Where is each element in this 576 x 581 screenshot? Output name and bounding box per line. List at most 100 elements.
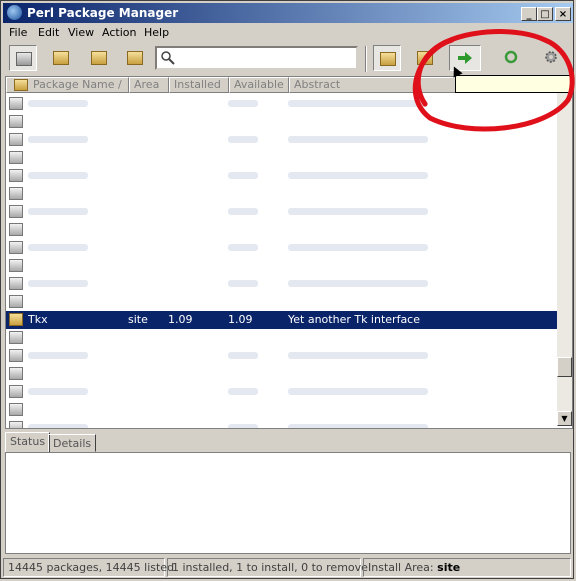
view-upgradeable-button[interactable] [85, 45, 113, 71]
obscured-text [288, 388, 428, 395]
minimize-button[interactable]: _ [521, 7, 537, 21]
mark-remove-button[interactable] [411, 45, 439, 71]
table-row[interactable] [6, 275, 557, 293]
view-modified-button[interactable] [121, 45, 149, 71]
table-row[interactable] [6, 113, 557, 131]
toolbar [3, 42, 573, 76]
package-icon [9, 367, 23, 380]
obscured-text [228, 244, 258, 251]
column-header-available[interactable]: Available [229, 77, 289, 93]
package-icon [9, 223, 23, 236]
column-header-installed[interactable]: Installed [169, 77, 229, 93]
obscured-text [228, 172, 258, 179]
package-list[interactable]: Package Name / Area Installed Available … [5, 76, 573, 429]
modified-packages-icon [127, 51, 143, 65]
mark-remove-icon [417, 51, 433, 65]
table-row[interactable] [6, 329, 557, 347]
obscured-text [28, 388, 88, 395]
obscured-text [288, 280, 428, 287]
obscured-text [28, 136, 88, 143]
mark-install-button[interactable] [373, 45, 401, 71]
obscured-text [288, 136, 428, 143]
obscured-text [228, 352, 258, 359]
package-icon [9, 187, 23, 200]
obscured-text [228, 388, 258, 395]
menu-help[interactable]: Help [144, 26, 169, 39]
sync-button[interactable] [497, 45, 525, 71]
table-row[interactable] [6, 239, 557, 257]
table-row[interactable] [6, 365, 557, 383]
package-icon [9, 97, 23, 110]
obscured-text [28, 100, 88, 107]
preferences-icon [545, 51, 557, 63]
toolbar-separator [365, 46, 367, 72]
package-icon [9, 133, 23, 146]
preferences-button[interactable] [537, 45, 565, 71]
scroll-down-arrow[interactable]: ▼ [557, 411, 572, 426]
tab-details[interactable]: Details [48, 434, 97, 452]
obscured-text [288, 424, 428, 428]
tab-status[interactable]: Status [5, 432, 51, 453]
status-package-count: 14445 packages, 14445 listed [3, 558, 174, 577]
table-row[interactable] [6, 293, 557, 311]
obscured-text [288, 100, 428, 107]
package-icon [9, 295, 23, 308]
table-row[interactable] [6, 221, 557, 239]
title-bar: Perl Package Manager _ □ × [3, 3, 573, 23]
search-input[interactable] [155, 46, 358, 70]
vertical-scrollbar[interactable]: ▲ ▼ [557, 77, 572, 426]
cell-available: 1.09 [228, 313, 253, 326]
maximize-button[interactable]: □ [537, 7, 553, 21]
package-icon [9, 277, 23, 290]
table-row[interactable] [6, 383, 557, 401]
menu-bar: File Edit View Action Help [3, 24, 573, 42]
package-icon [9, 313, 23, 326]
status-panel [5, 452, 571, 554]
app-icon [7, 5, 22, 20]
table-row-selected[interactable]: Tkx site 1.09 1.09 Yet another Tk interf… [6, 311, 557, 329]
status-install-area: Install Area: site [363, 558, 571, 577]
menu-action[interactable]: Action [102, 26, 136, 39]
installed-packages-icon [53, 51, 69, 65]
package-icon [9, 259, 23, 272]
scroll-thumb[interactable] [557, 357, 572, 377]
package-icon [9, 169, 23, 182]
package-icon [9, 385, 23, 398]
view-all-packages-button[interactable] [9, 45, 37, 71]
obscured-text [288, 208, 428, 215]
cell-installed: 1.09 [168, 313, 193, 326]
table-row[interactable] [6, 185, 557, 203]
menu-file[interactable]: File [9, 26, 27, 39]
cell-name: Tkx [28, 313, 48, 326]
package-icon [9, 241, 23, 254]
table-row[interactable] [6, 167, 557, 185]
search-icon [161, 51, 175, 65]
table-row[interactable] [6, 203, 557, 221]
obscured-text [288, 352, 428, 359]
obscured-text [288, 172, 428, 179]
view-installed-button[interactable] [47, 45, 75, 71]
install-area-value: site [437, 561, 461, 574]
table-row[interactable] [6, 347, 557, 365]
table-row[interactable] [6, 257, 557, 275]
detail-tabs: Status Details [5, 432, 575, 453]
mark-install-icon [380, 52, 396, 66]
close-button[interactable]: × [555, 7, 571, 21]
table-row[interactable] [6, 95, 557, 113]
package-icon [9, 331, 23, 344]
header-package-icon [14, 79, 28, 91]
obscured-text [28, 244, 88, 251]
obscured-text [228, 424, 258, 428]
sort-indicator: / [118, 78, 122, 91]
table-row[interactable] [6, 131, 557, 149]
table-row[interactable] [6, 419, 557, 428]
install-area-label: Install Area: [368, 561, 434, 574]
package-icon [9, 151, 23, 164]
table-row[interactable] [6, 401, 557, 419]
tooltip [455, 75, 571, 93]
column-header-area[interactable]: Area [129, 77, 169, 93]
obscured-text [28, 280, 88, 287]
menu-edit[interactable]: Edit [38, 26, 59, 39]
table-row[interactable] [6, 149, 557, 167]
menu-view[interactable]: View [68, 26, 94, 39]
